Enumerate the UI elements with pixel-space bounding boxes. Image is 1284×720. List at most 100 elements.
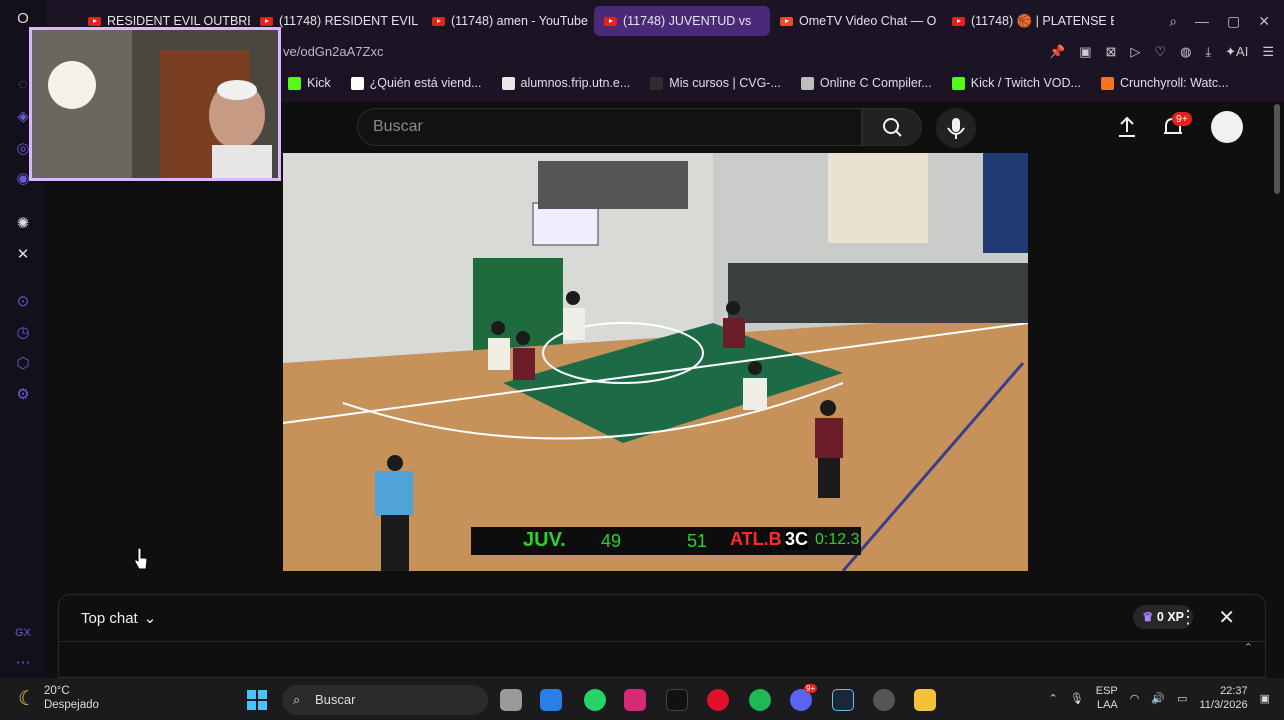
heart-icon[interactable]: ♡ <box>1154 44 1166 60</box>
chat-divider <box>59 641 1265 642</box>
mouse-cursor-icon <box>134 548 148 570</box>
close-window-icon[interactable]: ✕ <box>1258 13 1270 30</box>
tab-5[interactable]: (11748) 🏀 | PLATENSE E <box>942 6 1114 36</box>
snapshot-icon[interactable]: ▣ <box>1079 44 1091 60</box>
battery-icon[interactable]: ▭ <box>1177 692 1187 705</box>
extensions-icon[interactable]: ⬡ <box>14 355 32 373</box>
bookmark-item[interactable]: Kick <box>288 76 331 90</box>
home-team-score: 49 <box>601 531 622 551</box>
tab-label: (11748) amen - YouTube <box>451 14 588 28</box>
crown-icon: ♛ <box>1142 610 1154 624</box>
bookmark-item[interactable]: ¿Quién está viend... <box>350 76 482 90</box>
microphone-tray-icon[interactable]: 🎙 <box>1070 692 1084 705</box>
more-icon[interactable]: ⋯ <box>14 654 32 672</box>
home-team-name: JUV. <box>523 529 566 551</box>
voice-search-button[interactable] <box>936 108 976 148</box>
tab-label: OmeTV Video Chat — O <box>799 14 937 28</box>
menu-icon[interactable]: ☰ <box>1262 44 1274 60</box>
spotify-icon[interactable] <box>749 689 771 711</box>
weather-condition: Despejado <box>43 699 99 711</box>
opera-gx-taskbar-icon[interactable] <box>707 689 729 711</box>
youtube-icon <box>952 16 965 26</box>
search-icon <box>883 118 902 137</box>
steam-icon[interactable] <box>832 689 854 711</box>
avatar[interactable] <box>1211 111 1243 143</box>
chat-scroll-up-icon[interactable]: ⌃ <box>1244 641 1253 654</box>
game-quarter: 3C <box>785 529 809 550</box>
taskbar-search[interactable]: ⌕ Buscar <box>282 685 488 715</box>
settings-taskbar-icon[interactable] <box>873 689 895 711</box>
tab-4[interactable]: OmeTV Video Chat — O <box>770 6 942 36</box>
webcam-feed <box>32 30 278 178</box>
history-icon[interactable]: ◷ <box>14 324 32 342</box>
bookmark-favicon-icon <box>951 76 965 90</box>
microphone-icon <box>947 118 965 139</box>
notification-center-icon[interactable]: ▣ <box>1260 692 1270 705</box>
bookmark-item[interactable]: Crunchyroll: Watc... <box>1100 76 1229 90</box>
tab-3[interactable]: (11748) JUVENTUD vs <box>594 6 770 36</box>
task-view-icon[interactable] <box>500 689 522 711</box>
youtube-icon <box>260 16 273 26</box>
ometv-icon <box>780 16 793 26</box>
ad-block-icon[interactable]: ⊠ <box>1106 44 1117 60</box>
volume-icon[interactable]: 🔊 <box>1151 692 1165 705</box>
weather-widget[interactable]: ☾ 20°C Despejado <box>18 684 99 712</box>
bookmark-item[interactable]: Mis cursos | CVG-... <box>650 76 781 90</box>
send-icon[interactable]: ▷ <box>1130 44 1140 60</box>
x-icon[interactable]: ✕ <box>14 246 32 264</box>
store-icon[interactable] <box>540 689 562 711</box>
bookmark-label: Kick / Twitch VOD... <box>970 76 1081 90</box>
windows-start-icon[interactable] <box>246 689 268 711</box>
bookmark-item[interactable]: Online C Compiler... <box>800 76 932 90</box>
wallet-icon[interactable]: ◍ <box>1180 44 1191 60</box>
scrollbar-thumb[interactable] <box>1274 104 1280 194</box>
tab-label: (11748) RESIDENT EVIL C <box>279 14 422 28</box>
whatsapp-taskbar-icon[interactable] <box>584 689 606 711</box>
bookmark-favicon-icon <box>1100 76 1114 90</box>
youtube-icon <box>88 16 101 26</box>
minimize-icon[interactable]: — <box>1195 13 1209 30</box>
settings-icon[interactable]: ⚙ <box>14 386 32 404</box>
clock-time: 22:37 <box>1220 685 1248 697</box>
top-chat-dropdown[interactable]: Top chat ⌄ <box>81 609 156 628</box>
download-icon[interactable]: ⤓ <box>1205 44 1211 60</box>
player-icon[interactable]: ⊙ <box>14 293 32 311</box>
youtube-icon <box>604 16 617 26</box>
taskbar-search-label: Buscar <box>315 692 356 707</box>
language-indicator[interactable]: ESP LAA <box>1096 684 1118 712</box>
address-text[interactable]: ve/odGn2aA7Zxc <box>283 44 383 59</box>
taskbar-search-icon: ⌕ <box>293 692 301 707</box>
instagram-icon[interactable] <box>624 689 646 711</box>
opera-logo-icon[interactable]: O <box>14 10 32 28</box>
video-player[interactable]: JUV. 49 51 ATL.B 3C 0:12.3 <box>283 153 1028 571</box>
bookmark-favicon-icon <box>800 76 814 90</box>
bookmark-label: alumnos.frip.utn.e... <box>520 76 631 90</box>
tab-label: RESIDENT EVIL OUTBRE <box>107 14 250 28</box>
basketball-court-scene <box>283 153 1028 571</box>
pin-icon[interactable]: 📌 <box>1049 44 1065 60</box>
keyboard-layout: LAA <box>1096 699 1118 711</box>
chatgpt-icon[interactable]: ✺ <box>14 215 32 233</box>
moon-icon: ☾ <box>18 687 36 710</box>
bookmark-item[interactable]: Kick / Twitch VOD... <box>951 76 1081 90</box>
chat-more-icon[interactable]: ⋮ <box>1179 607 1197 628</box>
game-clock: 0:12.3 <box>815 531 860 548</box>
ai-icon[interactable]: ✦AI <box>1225 44 1248 60</box>
upload-icon[interactable] <box>1114 114 1140 140</box>
bookmark-favicon-icon <box>650 76 664 90</box>
bookmark-item[interactable]: alumnos.frip.utn.e... <box>501 76 631 90</box>
close-chat-icon[interactable]: ✕ <box>1218 605 1235 630</box>
chevron-up-icon[interactable]: ⌃ <box>1049 692 1058 705</box>
address-icons: 📌 ▣ ⊠ ▷ ♡ ◍ ⤓ ✦AI ☰ <box>1049 44 1274 60</box>
maximize-icon[interactable]: ▢ <box>1227 13 1240 30</box>
clock[interactable]: 22:37 11/3/2026 <box>1199 684 1247 712</box>
file-explorer-icon[interactable] <box>914 689 936 711</box>
tiktok-icon[interactable] <box>666 689 688 711</box>
search-tabs-icon[interactable]: ⌕ <box>1169 13 1177 30</box>
search-input[interactable]: Buscar <box>357 108 862 146</box>
tab-2[interactable]: (11748) amen - YouTube <box>422 6 594 36</box>
gx-icon[interactable]: GX <box>14 624 32 642</box>
bookmark-label: Online C Compiler... <box>819 76 932 90</box>
wifi-icon[interactable]: ◠ <box>1130 692 1140 705</box>
search-button[interactable] <box>862 108 922 146</box>
